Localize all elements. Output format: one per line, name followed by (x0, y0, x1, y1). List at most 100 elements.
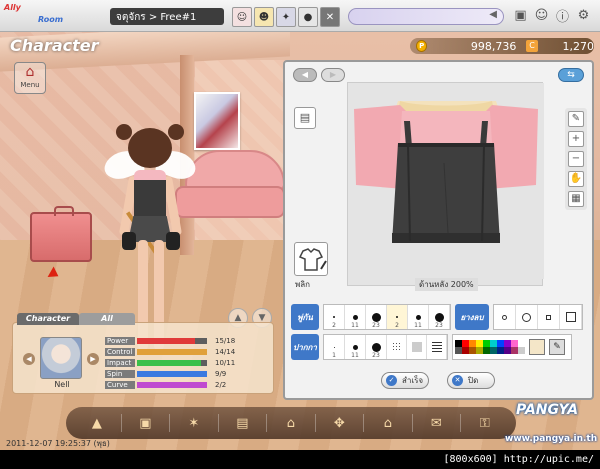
info-icon[interactable]: ⓘ (554, 6, 571, 25)
mail-icon[interactable]: ⌂ (281, 413, 301, 433)
brush-size-option[interactable]: 23 (366, 305, 387, 329)
palette-color[interactable] (455, 340, 462, 347)
lock-icon[interactable]: ⚿ (475, 413, 495, 433)
zoom-out-icon[interactable]: − (568, 151, 584, 167)
palette-color[interactable] (511, 340, 518, 347)
palette-color[interactable] (483, 347, 490, 354)
friends-icon[interactable]: ☺ (533, 6, 550, 25)
eraser-tab[interactable]: ยางลบ (455, 304, 489, 330)
paint-canvas[interactable] (347, 82, 544, 286)
window-icon[interactable]: ▣ (512, 6, 529, 25)
eraser-dot-option[interactable] (494, 305, 516, 329)
tab-all[interactable]: All (79, 313, 135, 325)
grid-icon[interactable]: ▦ (568, 191, 584, 207)
pattern-dots-option[interactable] (387, 335, 407, 359)
palette-color[interactable] (518, 347, 525, 354)
puzzle-icon[interactable]: ✥ (329, 413, 349, 433)
gear-icon[interactable]: ⚙ (575, 6, 592, 25)
stat-bar-fill (137, 337, 196, 344)
cookie-icon: C (526, 40, 538, 52)
palette-color[interactable] (504, 347, 511, 354)
eraser-square-option[interactable] (560, 305, 582, 329)
confirm-button[interactable]: ✓ สำเร็จ (381, 372, 429, 389)
prev-part-button[interactable]: ◀ (293, 68, 317, 82)
prev-character-button[interactable]: ◀ (23, 353, 35, 365)
wall-poster (194, 92, 240, 150)
brush-size-option[interactable]: 11 (345, 305, 366, 329)
palette-color[interactable] (469, 347, 476, 354)
menu-button[interactable]: ⌂ Menu (14, 62, 46, 94)
shop-icon[interactable]: ▲ (87, 413, 107, 433)
texture-editor-panel: ◀ ▶ ⇆ ▤ พลิก ด้านหลัง 200% ✎ + − ✋ ▦ พู่… (283, 60, 594, 400)
section-title: Character (10, 36, 99, 55)
palette-color[interactable] (497, 340, 504, 347)
tab-character[interactable]: Character (17, 313, 79, 325)
palette-color[interactable] (462, 340, 469, 347)
pen-tab[interactable]: ปากกา (291, 334, 319, 360)
locker-icon[interactable]: ▣ (135, 413, 155, 433)
stat-value: 14/14 (215, 347, 236, 356)
pattern-lines-option[interactable] (427, 335, 447, 359)
next-character-button[interactable]: ▶ (87, 353, 99, 365)
currency-bar: P 998,736 C 1,270 (410, 38, 594, 54)
bucket-tool-button[interactable]: ▤ (294, 107, 316, 129)
eraser-shape-group (493, 304, 583, 330)
home-icon: ⌂ (25, 64, 35, 80)
palette-color[interactable] (455, 347, 462, 354)
palette-color[interactable] (490, 347, 497, 354)
palette-color[interactable] (483, 340, 490, 347)
player-avatar-icon[interactable]: ✦ (276, 7, 296, 27)
palette-color[interactable] (476, 347, 483, 354)
palette-color[interactable] (497, 347, 504, 354)
pen-size-option[interactable]: 11 (345, 335, 366, 359)
cart-icon[interactable]: ✉ (426, 413, 446, 433)
pang-amount: 998,736 (470, 39, 517, 53)
palette-color[interactable] (476, 340, 483, 347)
close-button[interactable]: ✕ ปิด (447, 372, 495, 389)
stat-name: Impact (105, 358, 135, 367)
current-color-swatch[interactable] (529, 339, 545, 355)
hand-icon[interactable]: ✋ (568, 171, 584, 187)
swap-view-button[interactable]: ⇆ (558, 68, 584, 82)
palette-color[interactable] (511, 347, 518, 354)
palette-color[interactable] (490, 340, 497, 347)
chat-input[interactable]: ◀ (348, 8, 504, 25)
eraser-circle-option[interactable] (516, 305, 538, 329)
toolbar-separator (411, 414, 413, 432)
gift-icon[interactable]: ▤ (232, 413, 252, 433)
shirt-part-icon[interactable] (294, 242, 328, 276)
eraser-small-square-option[interactable] (538, 305, 560, 329)
home-icon[interactable]: ⌂ (378, 413, 398, 433)
pen-size-option[interactable]: 1 (324, 335, 345, 359)
stat-bar (137, 359, 207, 366)
brush-tab[interactable]: พู่กัน (291, 304, 319, 330)
stat-value: 15/18 (215, 336, 236, 345)
stat-bar (137, 348, 207, 355)
palette-color[interactable] (469, 340, 476, 347)
pattern-dense-option[interactable] (407, 335, 427, 359)
zoom-in-icon[interactable]: + (568, 131, 584, 147)
brush-size-option[interactable]: 2 (324, 305, 345, 329)
brand-url: www.pangya.in.th (505, 434, 598, 444)
character-icon[interactable]: ✶ (184, 413, 204, 433)
player-avatar-icon[interactable]: ☻ (254, 7, 274, 27)
close-icon[interactable]: ✕ (320, 7, 340, 27)
eyedropper-icon[interactable]: ✎ (549, 339, 565, 355)
pen-size-option[interactable]: 23 (366, 335, 387, 359)
palette-color[interactable] (518, 340, 525, 347)
next-part-button[interactable]: ▶ (321, 68, 345, 82)
player-avatar-icon[interactable]: ● (298, 7, 318, 27)
editor-actions: ✓ สำเร็จ ✕ ปิด (381, 372, 495, 389)
card-tabs: Character All (17, 313, 135, 325)
pencil-icon[interactable]: ✎ (568, 111, 584, 127)
palette-color[interactable] (504, 340, 511, 347)
pen-size-group: 1 11 23 (323, 334, 448, 360)
player-avatar-icon[interactable]: ☺ (232, 7, 252, 27)
color-palette[interactable] (455, 340, 525, 354)
pink-suitcase (30, 206, 92, 262)
palette-color[interactable] (462, 347, 469, 354)
top-bar: Ally Room จตุจักร > Free#1 ☺ ☻ ✦ ● ✕ ◀ ▣… (0, 0, 600, 32)
brush-size-option[interactable]: 2 (387, 305, 408, 329)
brush-size-option[interactable]: 23 (429, 305, 450, 329)
brush-size-option[interactable]: 11 (408, 305, 429, 329)
